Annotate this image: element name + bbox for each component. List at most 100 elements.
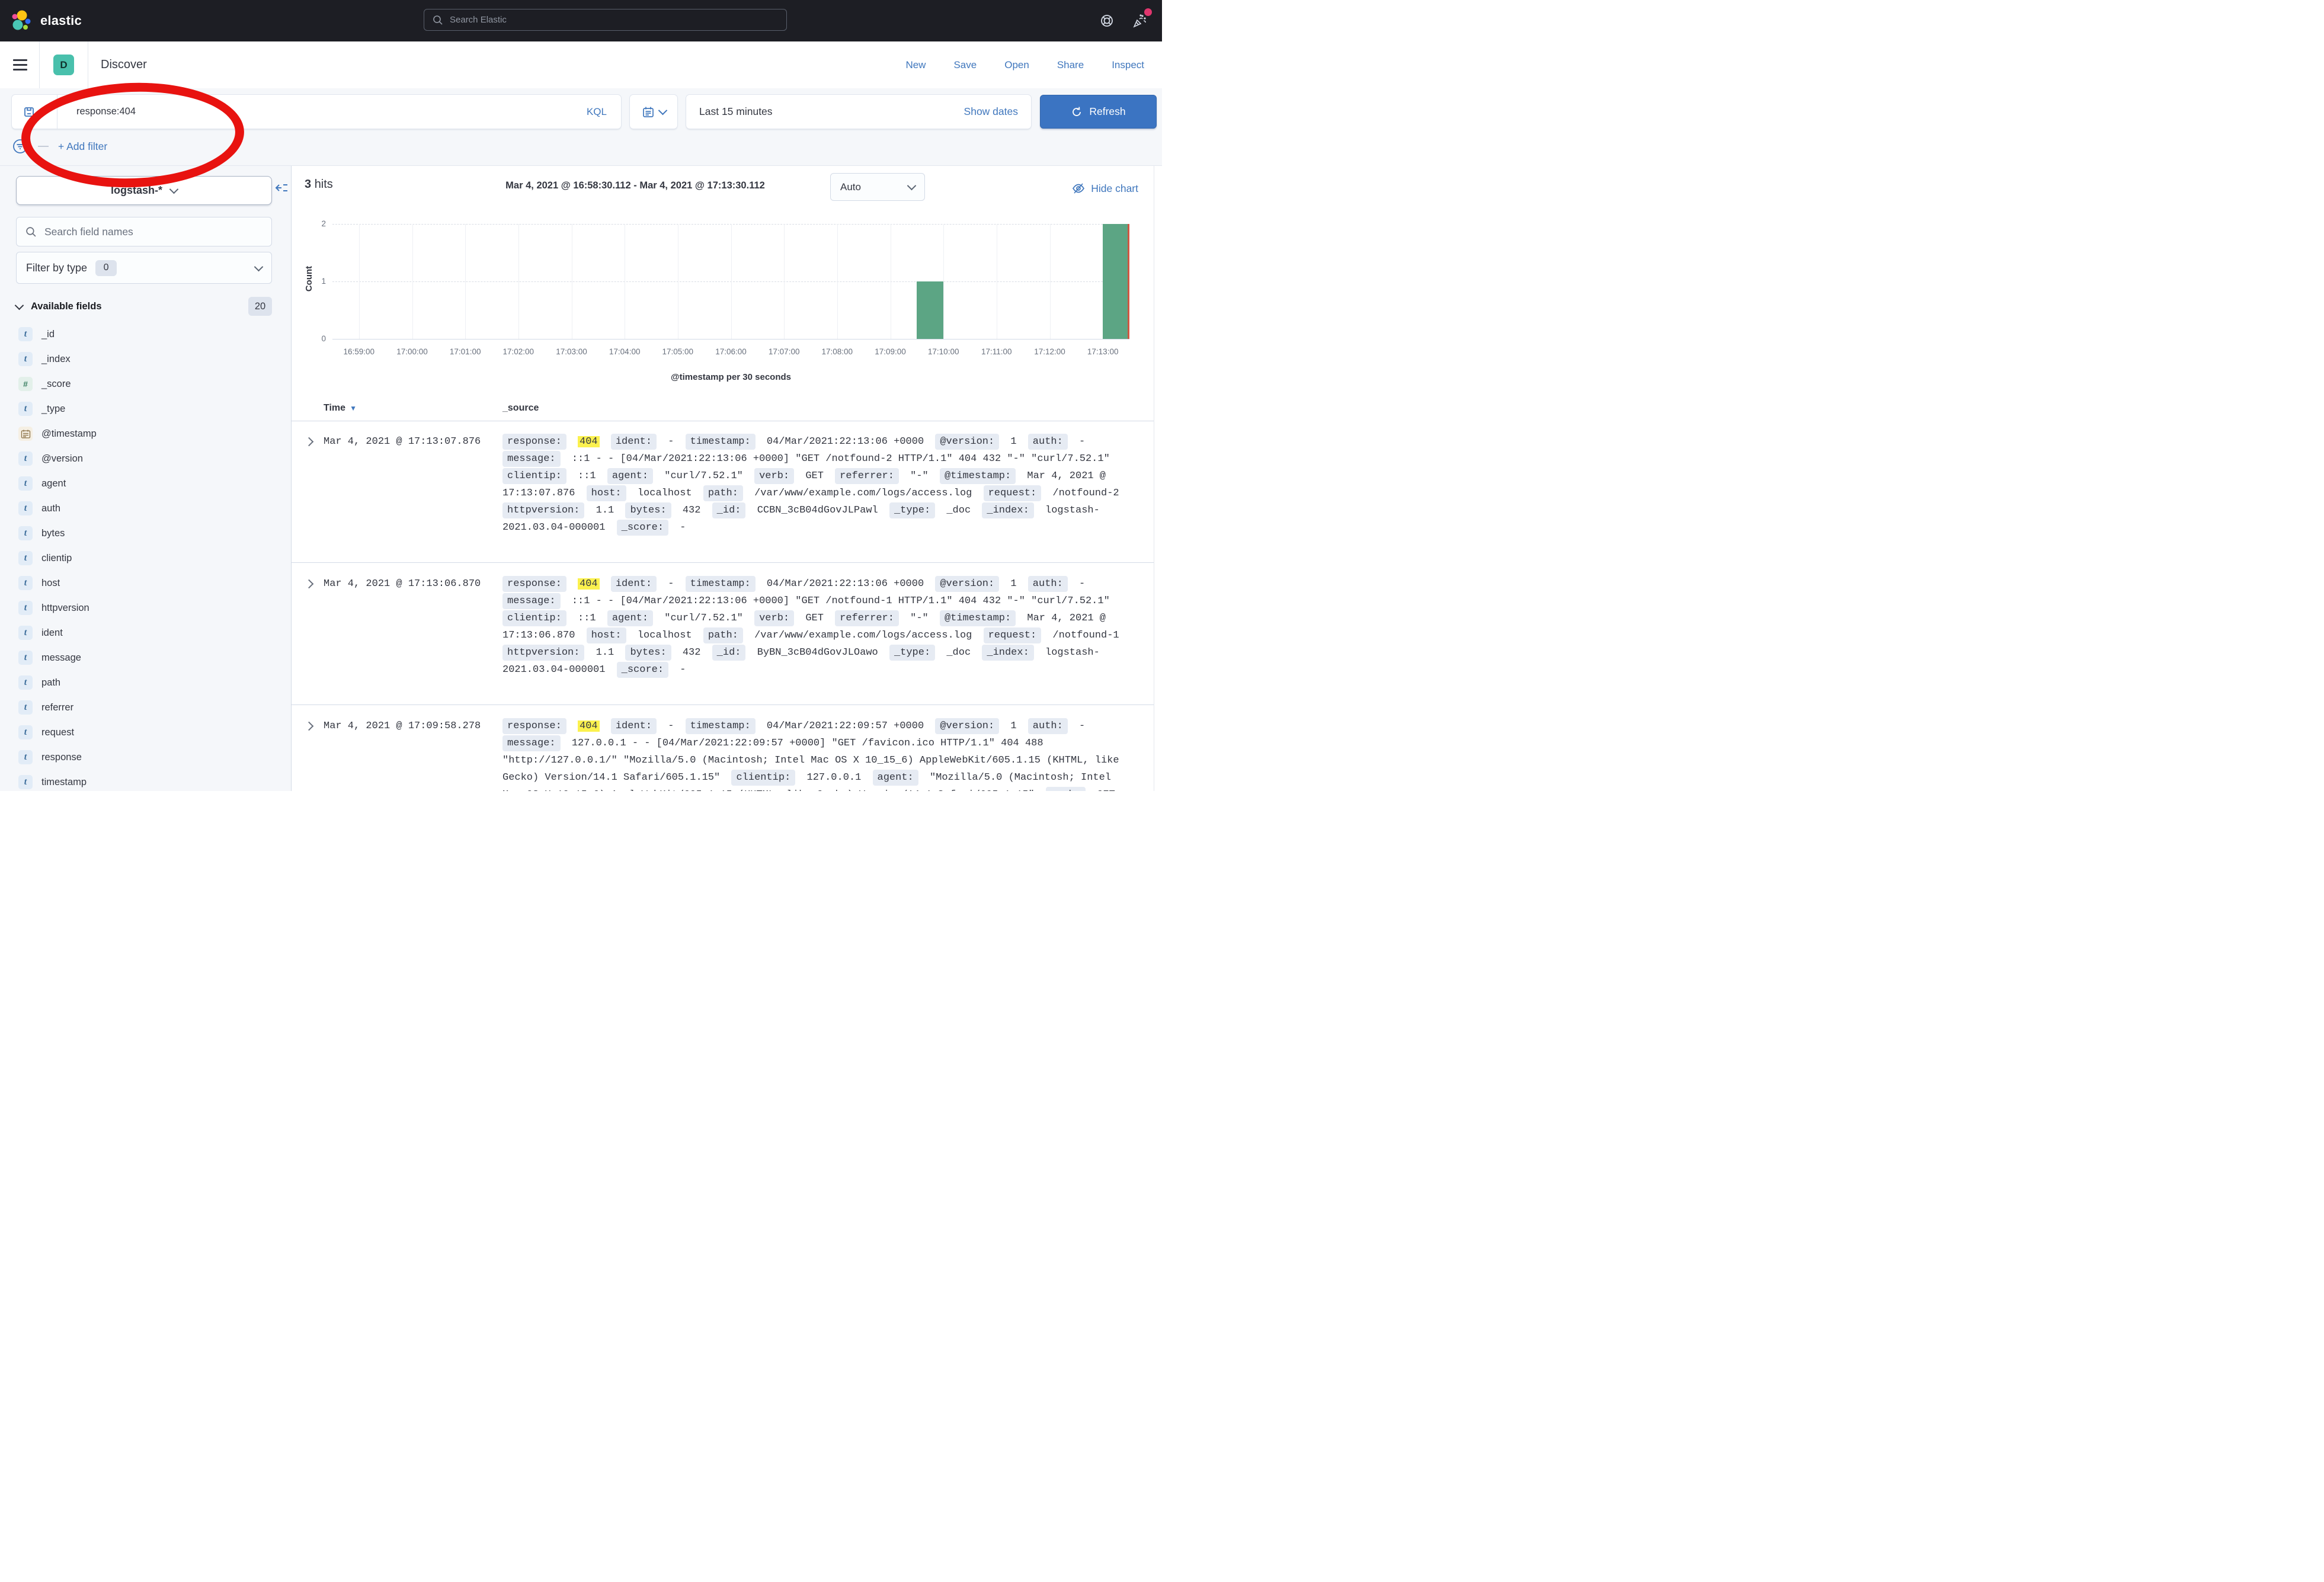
elastic-brand[interactable]: elastic xyxy=(9,0,82,41)
available-fields-header[interactable]: Available fields 20 xyxy=(16,296,272,316)
field-item-response[interactable]: tresponse xyxy=(16,745,277,770)
chevron-right-icon xyxy=(305,579,314,589)
kql-language-button[interactable]: KQL xyxy=(587,106,621,118)
field-item-path[interactable]: tpath xyxy=(16,670,277,695)
search-field-names-placeholder: Search field names xyxy=(44,226,133,238)
chevron-down-icon xyxy=(907,181,917,191)
help-button[interactable] xyxy=(1099,13,1115,28)
field-item-_score[interactable]: #_score xyxy=(16,372,277,396)
field-item-_type[interactable]: t_type xyxy=(16,396,277,421)
row-time: Mar 4, 2021 @ 17:13:06.870 xyxy=(324,575,502,678)
field-name: request xyxy=(41,727,74,738)
histogram-bar-17:09:30[interactable] xyxy=(917,281,943,339)
expand-row-button[interactable] xyxy=(292,718,324,791)
source-value: GET xyxy=(805,613,824,624)
field-item-message[interactable]: tmessage xyxy=(16,645,277,670)
source-field-badge: agent: xyxy=(607,610,653,626)
source-value: /notfound-2 xyxy=(1052,488,1119,499)
interval-value: Auto xyxy=(840,181,861,193)
source-field-badge: _index: xyxy=(982,645,1033,661)
search-field-names-input[interactable]: Search field names xyxy=(16,217,272,246)
source-field-badge: auth: xyxy=(1028,434,1068,450)
newsfeed-button[interactable] xyxy=(1132,13,1148,28)
add-filter-button[interactable]: + Add filter xyxy=(58,140,107,153)
saved-query-menu-button[interactable] xyxy=(12,95,57,129)
text-field-icon: t xyxy=(18,675,33,690)
field-item-bytes[interactable]: tbytes xyxy=(16,521,277,546)
index-pattern-selector[interactable]: logstash-* xyxy=(16,176,272,205)
source-value: "curl/7.52.1" xyxy=(664,470,743,482)
field-name: message xyxy=(41,652,81,664)
interval-select[interactable]: Auto xyxy=(830,173,925,201)
field-item-@timestamp[interactable]: @timestamp xyxy=(16,421,277,446)
filter-icon[interactable] xyxy=(12,138,28,155)
source-value: /var/www/example.com/logs/access.log xyxy=(754,630,972,641)
field-item-request[interactable]: trequest xyxy=(16,720,277,745)
header-action-new[interactable]: New xyxy=(905,59,926,71)
column-header-source: _source xyxy=(502,403,539,414)
source-value: 04/Mar/2021:22:13:06 +0000 xyxy=(767,436,924,447)
histogram-chart[interactable] xyxy=(332,224,1129,340)
field-item-httpversion[interactable]: thttpversion xyxy=(16,595,277,620)
gridline xyxy=(1050,224,1051,339)
expand-row-button[interactable] xyxy=(292,433,324,536)
show-dates-button[interactable]: Show dates xyxy=(964,105,1031,118)
header-action-inspect[interactable]: Inspect xyxy=(1112,59,1144,71)
query-input[interactable]: response:404 xyxy=(57,106,587,117)
search-icon xyxy=(25,226,37,238)
expand-row-button[interactable] xyxy=(292,575,324,678)
source-field-badge: ident: xyxy=(611,434,657,450)
collapse-sidebar-button[interactable] xyxy=(274,180,289,196)
field-item-auth[interactable]: tauth xyxy=(16,496,277,521)
refresh-button[interactable]: Refresh xyxy=(1040,95,1157,129)
source-field-badge: request: xyxy=(984,485,1042,501)
filter-by-type-dropdown[interactable]: Filter by type 0 xyxy=(16,252,272,284)
source-field-badge: auth: xyxy=(1028,576,1068,592)
x-tick-label: 17:00:00 xyxy=(396,347,428,356)
space-badge[interactable]: D xyxy=(53,55,74,75)
source-field-badge: timestamp: xyxy=(686,576,756,592)
source-field-badge: verb: xyxy=(754,468,794,484)
field-item-_index[interactable]: t_index xyxy=(16,347,277,372)
field-item-clientip[interactable]: tclientip xyxy=(16,546,277,571)
field-item-host[interactable]: thost xyxy=(16,571,277,595)
source-value: _doc xyxy=(946,505,971,516)
global-search-placeholder: Search Elastic xyxy=(450,15,507,25)
field-item-timestamp[interactable]: ttimestamp xyxy=(16,770,277,791)
source-value: /notfound-1 xyxy=(1052,630,1119,641)
field-name: _index xyxy=(41,354,71,365)
chevron-down-icon xyxy=(38,106,47,116)
time-range-value[interactable]: Last 15 minutes xyxy=(686,105,964,118)
header-action-save[interactable]: Save xyxy=(953,59,977,71)
source-field-badge: _id: xyxy=(712,645,746,661)
header-action-open[interactable]: Open xyxy=(1004,59,1029,71)
hide-chart-button[interactable]: Hide chart xyxy=(1071,181,1138,196)
date-picker-menu-button[interactable] xyxy=(630,95,677,129)
time-range-control[interactable]: Last 15 minutes Show dates xyxy=(686,95,1031,129)
app-header: D Discover NewSaveOpenShareInspect xyxy=(0,41,1162,89)
field-name: @timestamp xyxy=(41,428,97,440)
histogram-bar-17:13:00[interactable] xyxy=(1103,224,1129,339)
source-field-badge: @version: xyxy=(935,718,999,734)
field-name: timestamp xyxy=(41,777,87,788)
field-name: bytes xyxy=(41,528,65,539)
source-field-badge: response: xyxy=(502,434,566,450)
field-item-referrer[interactable]: treferrer xyxy=(16,695,277,720)
menu-button[interactable] xyxy=(13,59,27,71)
global-search-input[interactable]: Search Elastic xyxy=(424,9,787,31)
source-value: - xyxy=(668,578,674,590)
column-header-time[interactable]: Time ▼ xyxy=(324,403,357,414)
field-item-ident[interactable]: tident xyxy=(16,620,277,645)
source-field-badge: _type: xyxy=(889,645,935,661)
collapse-left-icon xyxy=(274,180,289,196)
x-tick-label: 17:02:00 xyxy=(503,347,534,356)
source-field-badge: message: xyxy=(502,593,561,609)
field-item-@version[interactable]: t@version xyxy=(16,446,277,471)
source-field-badge: auth: xyxy=(1028,718,1068,734)
source-field-badge: message: xyxy=(502,735,561,751)
field-item-_id[interactable]: t_id xyxy=(16,322,277,347)
x-tick-label: 17:06:00 xyxy=(715,347,747,356)
header-action-share[interactable]: Share xyxy=(1057,59,1084,71)
source-field-badge: clientip: xyxy=(731,770,795,786)
field-item-agent[interactable]: tagent xyxy=(16,471,277,496)
